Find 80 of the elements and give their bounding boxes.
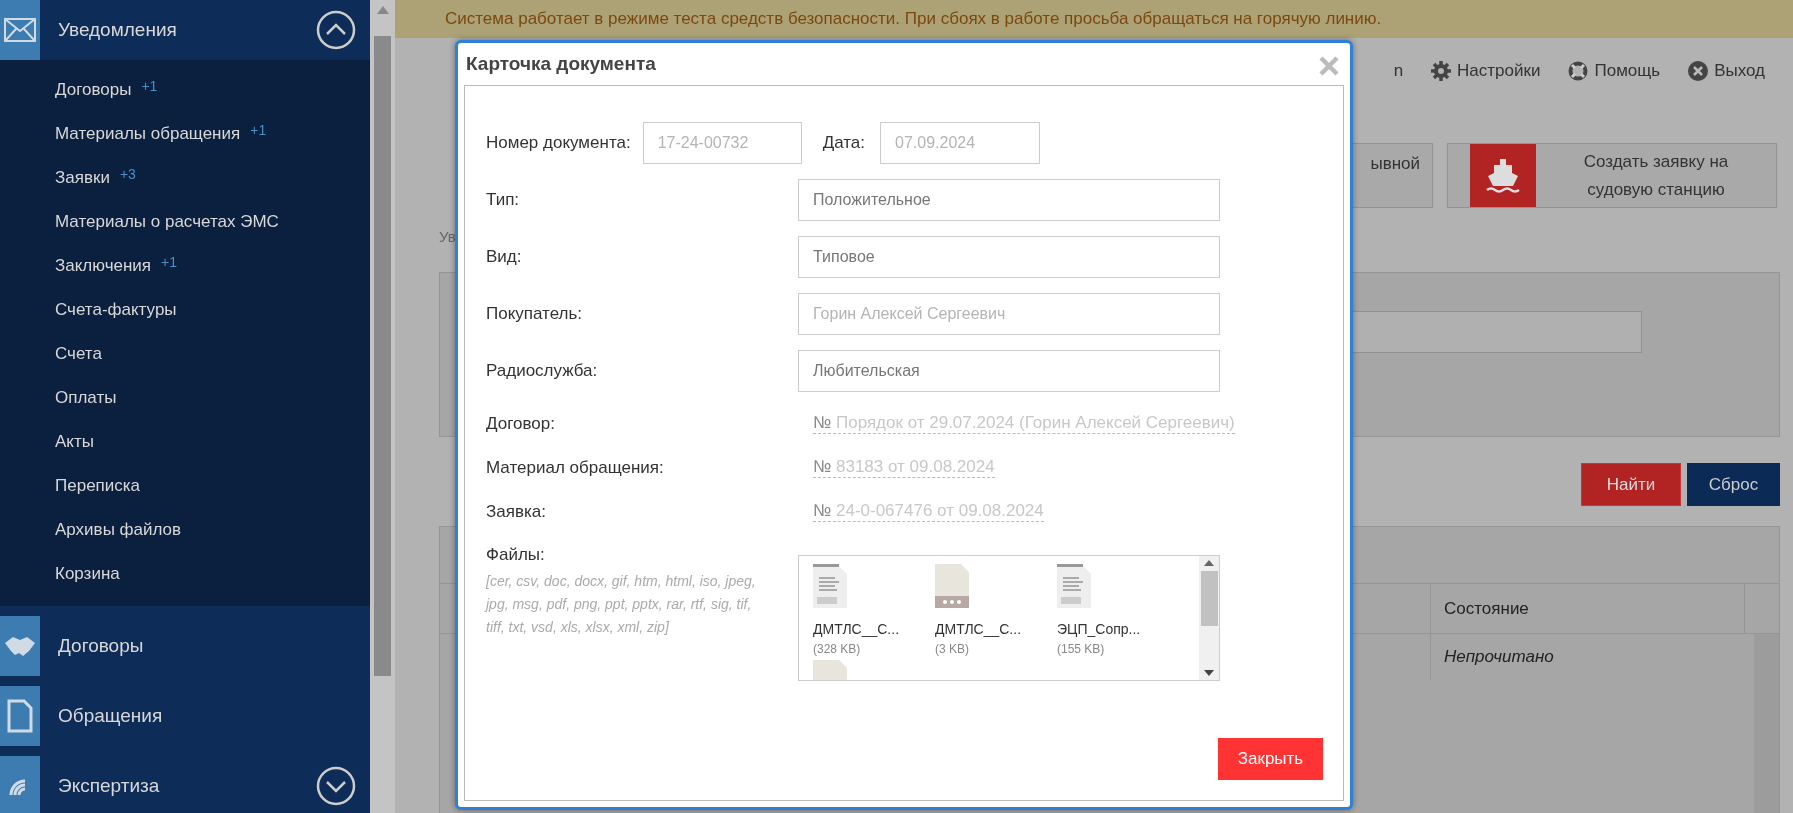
file-size: (155 KB): [1057, 641, 1106, 658]
nav-link[interactable]: Настройки: [1431, 57, 1541, 84]
breadcrumb: Ув: [439, 228, 456, 245]
file-size: (328 KB): [813, 641, 862, 658]
input-field[interactable]: Любительская: [798, 350, 1220, 392]
close-button[interactable]: [1318, 53, 1340, 75]
nav-link[interactable]: Помощь: [1568, 57, 1661, 84]
scrollbar[interactable]: [370, 0, 395, 813]
chevron-down-icon[interactable]: [316, 766, 356, 806]
field-label: Номер документа:: [486, 132, 631, 155]
nav-link[interactable]: n: [1393, 57, 1404, 84]
count-label: +1: [250, 121, 267, 140]
close-circle-icon: [1688, 60, 1709, 81]
field-label: Вид:: [486, 246, 523, 269]
count-label: +3: [119, 165, 136, 184]
chevron-up-icon[interactable]: [316, 10, 356, 50]
section-label: Договоры: [58, 633, 145, 658]
scrollbar[interactable]: [1754, 634, 1779, 813]
scroll-down-icon[interactable]: [1204, 670, 1214, 676]
envelope-icon: [4, 18, 36, 42]
sidebar-item[interactable]: Переписка: [55, 473, 141, 499]
field-label: Материал обращения:: [486, 457, 665, 480]
sidebar-item[interactable]: Счета: [55, 341, 102, 367]
scroll-up-icon[interactable]: [376, 6, 389, 14]
input-field[interactable]: Положительное: [798, 179, 1220, 221]
sidebar-section[interactable]: Договоры: [0, 616, 370, 676]
file-size: (3 KB): [935, 641, 970, 658]
document-icon: [7, 699, 33, 733]
column-header[interactable]: Состояние: [1430, 584, 1745, 633]
field-label: Дата:: [822, 132, 866, 155]
field-label: Тип:: [486, 189, 521, 212]
rtf-file-icon[interactable]: [813, 564, 847, 608]
section-label: Уведомления: [58, 17, 178, 42]
button-label: Создать заявку на судовую станцию: [1582, 151, 1730, 201]
nav-label: Выход: [1714, 59, 1765, 82]
sidebar-section[interactable]: Экспертиза: [0, 756, 370, 813]
find-button[interactable]: Найти: [1581, 463, 1681, 506]
input-field[interactable]: Типовое: [798, 236, 1220, 278]
file-name[interactable]: ДМТЛС__С...: [935, 619, 1035, 640]
nav-label: Настройки: [1457, 59, 1541, 82]
sidebar-section[interactable]: Уведомления: [0, 0, 370, 60]
field-label: Заявка:: [486, 501, 547, 524]
nav-label: Помощь: [1594, 59, 1661, 82]
sidebar-item[interactable]: Договоры: [55, 77, 132, 103]
field-label: Файлы:: [486, 544, 546, 566]
nav-link[interactable]: Выход: [1688, 57, 1765, 84]
count-label: +1: [141, 77, 158, 96]
field-label: Радиослужба:: [486, 360, 599, 383]
count-label: +1: [161, 253, 178, 272]
field-label: Покупатель:: [486, 303, 584, 326]
create-request-button[interactable]: Создать заявку на судовую станцию: [1447, 143, 1777, 208]
sidebar-section[interactable]: Обращения: [0, 686, 370, 746]
close-button[interactable]: Закрыть: [1218, 738, 1323, 780]
sidebar-item[interactable]: Корзина: [55, 561, 120, 587]
sidebar-item[interactable]: Заключения: [55, 253, 152, 279]
scroll-up-icon[interactable]: [1204, 560, 1214, 566]
notice-banner: Система работает в режиме теста средств безопасности. При сбоях в работе просьба обращаться на горячую линию.: [395, 0, 1793, 38]
table-cell: Непрочитано: [1430, 634, 1745, 680]
sidebar-item[interactable]: Архивы файлов: [55, 517, 182, 543]
filter-input[interactable]: [1352, 311, 1642, 353]
sidebar-item[interactable]: Материалы обращения: [55, 121, 241, 147]
sidebar-item[interactable]: Акты: [55, 429, 94, 455]
sidebar-item[interactable]: Оплаты: [55, 385, 117, 411]
section-label: Обращения: [58, 703, 164, 728]
dialog-title: Карточка документа: [466, 51, 656, 76]
scrollbar[interactable]: [1199, 556, 1219, 680]
hint-text: [cer, csv, doc, docx, gif, htm, html, iso, jpeg, jpg, msg, pdf, png, ppt, pptx, rar, rtf, sig, tif, tiff, txt, vsd, xls, xlsx, xml, zip]: [486, 571, 757, 637]
sidebar-item[interactable]: Заявки: [55, 165, 110, 191]
field-label: Договор:: [486, 413, 556, 436]
sidebar-item[interactable]: Материалы о расчетах ЭМС: [55, 209, 279, 235]
sidebar-item[interactable]: Счета-фактуры: [55, 297, 177, 323]
file-icon[interactable]: [935, 564, 969, 608]
reset-button[interactable]: Сброс: [1687, 463, 1780, 506]
file-name[interactable]: ДМТЛС__С...: [813, 619, 913, 640]
section-label: Экспертиза: [58, 773, 161, 798]
rtf-file-icon[interactable]: [1057, 564, 1091, 608]
file-name[interactable]: ЭЦП_Сопр...: [1057, 619, 1157, 640]
lifebuoy-icon: [1568, 60, 1589, 81]
settings-icon: [1431, 60, 1452, 81]
ship-icon: [1485, 156, 1521, 195]
